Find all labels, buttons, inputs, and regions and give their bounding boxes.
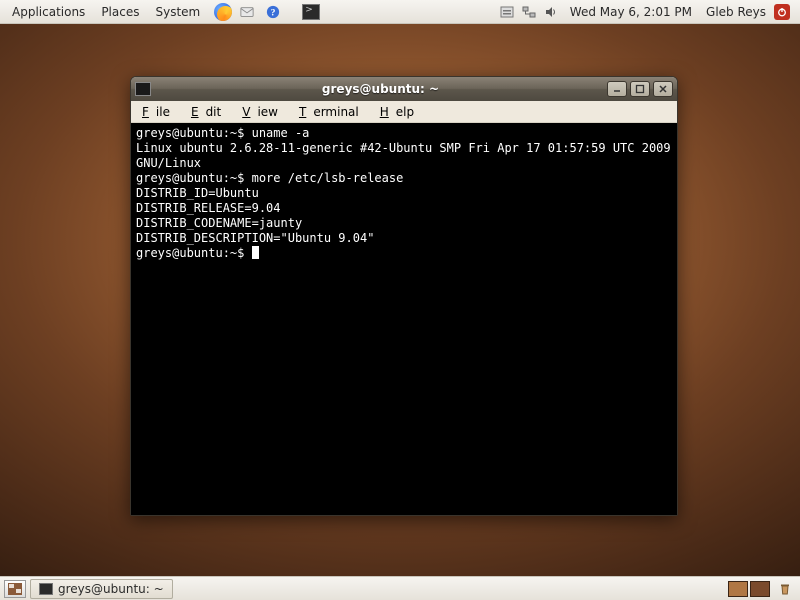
menu-file[interactable]: File xyxy=(135,101,184,123)
menu-help[interactable]: Help xyxy=(373,101,428,123)
clock[interactable]: Wed May 6, 2:01 PM xyxy=(562,5,700,19)
close-button[interactable] xyxy=(653,81,673,97)
user-switcher[interactable]: Gleb Reys xyxy=(700,4,796,20)
help-icon[interactable]: ? xyxy=(264,5,282,19)
quick-launch: ? xyxy=(214,3,320,21)
menu-places[interactable]: Places xyxy=(93,0,147,24)
taskbar-terminal-icon xyxy=(39,583,53,595)
firefox-icon[interactable] xyxy=(214,3,232,21)
svg-text:?: ? xyxy=(271,7,276,18)
network-icon[interactable] xyxy=(520,5,538,19)
user-name-label: Gleb Reys xyxy=(706,5,766,19)
top-panel: Applications Places System ? Wed May 6, … xyxy=(0,0,800,24)
window-app-icon xyxy=(135,82,151,96)
window-titlebar[interactable]: greys@ubuntu: ~ xyxy=(131,77,677,101)
menu-system[interactable]: System xyxy=(147,0,208,24)
workspace-2[interactable] xyxy=(750,581,770,597)
menu-view[interactable]: View xyxy=(235,101,292,123)
trash-icon[interactable] xyxy=(776,582,794,596)
show-desktop-button[interactable] xyxy=(4,580,26,598)
taskbar-button-label: greys@ubuntu: ~ xyxy=(58,582,164,596)
bottom-panel: greys@ubuntu: ~ xyxy=(0,576,800,600)
terminal-prompt: greys@ubuntu:~$ xyxy=(136,246,244,260)
taskbar-button-terminal[interactable]: greys@ubuntu: ~ xyxy=(30,579,173,599)
terminal-window: greys@ubuntu: ~ File Edit View Terminal … xyxy=(130,76,678,516)
shutdown-icon[interactable] xyxy=(774,4,790,20)
evolution-mail-icon[interactable] xyxy=(238,5,256,19)
terminal-output[interactable]: greys@ubuntu:~$ uname -a Linux ubuntu 2.… xyxy=(131,123,677,515)
terminal-launcher-icon[interactable] xyxy=(302,4,320,20)
update-notifier-icon[interactable] xyxy=(498,5,516,19)
minimize-button[interactable] xyxy=(607,81,627,97)
workspace-1[interactable] xyxy=(728,581,748,597)
window-title: greys@ubuntu: ~ xyxy=(157,82,604,96)
workspace-switcher xyxy=(728,581,770,597)
menu-terminal[interactable]: Terminal xyxy=(292,101,373,123)
terminal-menubar: File Edit View Terminal Help xyxy=(131,101,677,123)
volume-icon[interactable] xyxy=(542,5,560,19)
menu-applications[interactable]: Applications xyxy=(4,0,93,24)
menu-edit[interactable]: Edit xyxy=(184,101,235,123)
terminal-cursor xyxy=(252,246,259,259)
maximize-button[interactable] xyxy=(630,81,650,97)
